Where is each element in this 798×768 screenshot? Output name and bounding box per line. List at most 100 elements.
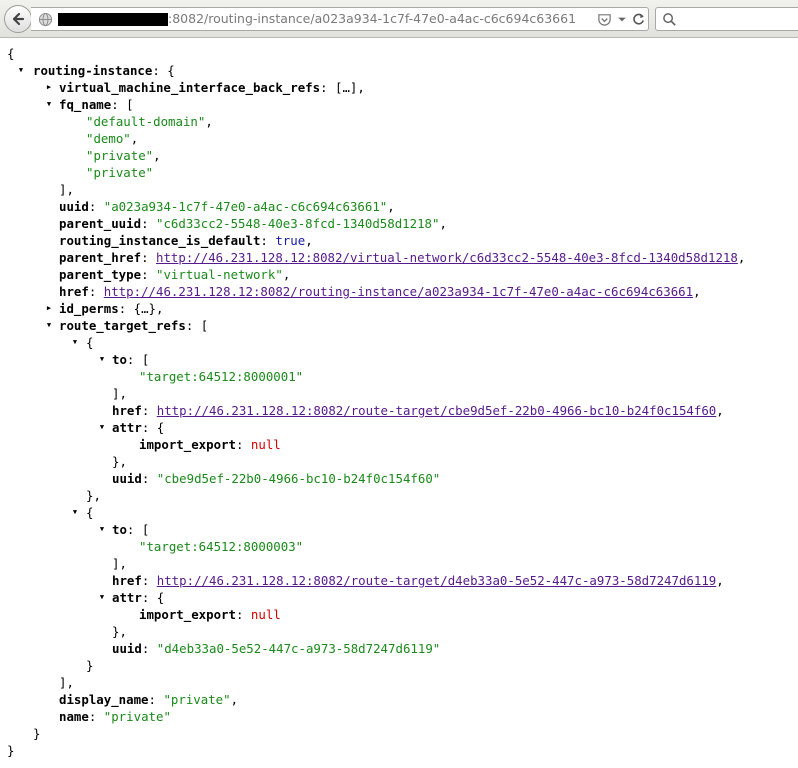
json-line: ▶ virtual_machine_interface_back_refs: […… [45, 79, 365, 96]
json-line: "default-domain", [86, 114, 213, 129]
json-line: parent_type: "virtual-network", [59, 267, 291, 282]
json-line: "target:64512:8000001" [0, 368, 798, 385]
json-line: ▼ to: [ [98, 521, 150, 538]
json-key: parent_type [59, 267, 142, 282]
json-key: to [112, 522, 127, 537]
json-key: route_target_refs [59, 318, 186, 333]
expand-toggle-icon[interactable]: ▼ [98, 589, 106, 606]
string-value: "a023a934-1c7f-47e0-a4ac-c6c694c63661" [103, 199, 388, 214]
expand-toggle-icon[interactable]: ▼ [71, 334, 79, 351]
collapsed-value[interactable]: […] [335, 80, 357, 95]
string-value: "private" [86, 148, 154, 163]
pocket-icon[interactable] [597, 12, 612, 27]
json-key: display_name [59, 692, 149, 707]
string-value: "default-domain" [86, 114, 206, 129]
json-key: routing-instance [33, 63, 153, 78]
json-line: "target:64512:8000003" [0, 538, 798, 555]
json-line: { [7, 46, 15, 61]
json-line: } [86, 658, 94, 673]
expand-toggle-icon[interactable]: ▼ [45, 96, 53, 113]
json-line: ], [59, 182, 74, 197]
back-arrow-icon [12, 12, 25, 26]
reload-icon[interactable] [631, 12, 646, 27]
json-key: import_export [139, 437, 236, 452]
json-key: to [112, 352, 127, 367]
url-bar[interactable]: :8082/routing-instance/a023a934-1c7f-47e… [31, 7, 649, 31]
string-value: "private" [86, 165, 154, 180]
collapsed-value[interactable]: {…} [134, 301, 156, 316]
globe-icon [38, 12, 53, 27]
json-line: parent_uuid: "c6d33cc2-5548-40e3-8fcd-13… [59, 216, 447, 231]
json-line: ▼{ [71, 504, 94, 521]
json-key: name [59, 709, 89, 724]
json-line: ▼ route_target_refs: [ [45, 317, 209, 334]
string-value: "cbe9d5ef-22b0-4966-bc10-b24f0c154f60" [156, 471, 441, 486]
json-line: } [33, 726, 41, 741]
json-key: href [112, 403, 142, 418]
json-line: import_export: null [139, 607, 281, 622]
string-value: "private" [163, 692, 231, 707]
route-target-link[interactable]: http://46.231.128.12:8082/route-target/d… [157, 573, 717, 588]
expand-toggle-icon[interactable]: ▼ [17, 62, 25, 79]
string-value: "d4eb33a0-5e52-447c-a973-58d7247d6119" [156, 641, 441, 656]
string-value: "demo" [86, 131, 131, 146]
json-key: href [59, 284, 89, 299]
json-line: ], [112, 556, 127, 571]
route-target-link[interactable]: http://46.231.128.12:8082/route-target/c… [157, 403, 717, 418]
json-line: uuid: "a023a934-1c7f-47e0-a4ac-c6c694c63… [59, 199, 395, 214]
expand-toggle-icon[interactable]: ▼ [71, 504, 79, 521]
expand-toggle-icon[interactable]: ▼ [98, 351, 106, 368]
json-key: parent_uuid [59, 216, 142, 231]
json-line: display_name: "private", [59, 692, 239, 707]
json-line: href: http://46.231.128.12:8082/route-ta… [112, 573, 724, 588]
json-line: } [7, 743, 15, 758]
string-value: "virtual-network" [155, 267, 283, 282]
json-line: href: http://46.231.128.12:8082/route-ta… [112, 403, 724, 418]
json-line: import_export: null [139, 437, 281, 452]
json-key: uuid [112, 471, 142, 486]
json-key: routing_instance_is_default [59, 233, 261, 248]
json-line: href: http://46.231.128.12:8082/routing-… [59, 284, 701, 299]
href-link[interactable]: http://46.231.128.12:8082/routing-instan… [104, 284, 693, 299]
parent-href-link[interactable]: http://46.231.128.12:8082/virtual-networ… [156, 250, 738, 265]
json-line: ▼ routing-instance: { [17, 62, 175, 79]
json-line: ], [112, 386, 127, 401]
json-key: href [112, 573, 142, 588]
json-line: routing_instance_is_default: true, [59, 233, 313, 248]
json-key: parent_href [59, 250, 142, 265]
json-line: }, [86, 488, 101, 503]
expand-toggle-icon[interactable]: ▼ [98, 521, 106, 538]
string-value: "c6d33cc2-5548-40e3-8fcd-1340d58d1218" [155, 216, 440, 231]
string-value: "private" [103, 709, 171, 724]
json-key: attr [112, 420, 142, 435]
string-value: "target:64512:8000003" [139, 539, 304, 554]
back-button[interactable] [4, 5, 32, 33]
collapse-toggle-icon[interactable]: ▶ [45, 79, 53, 96]
json-line: uuid: "d4eb33a0-5e52-447c-a973-58d7247d6… [112, 641, 441, 656]
null-value: null [250, 607, 281, 622]
json-line: }, [112, 624, 127, 639]
url-text: :8082/routing-instance/a023a934-1c7f-47e… [168, 11, 577, 26]
boolean-value: true [275, 233, 306, 248]
browser-toolbar: :8082/routing-instance/a023a934-1c7f-47e… [0, 0, 798, 38]
string-value: "target:64512:8000001" [139, 369, 304, 384]
expand-toggle-icon[interactable]: ▼ [45, 317, 53, 334]
json-key: virtual_machine_interface_back_refs [59, 80, 321, 95]
json-line: }, [112, 454, 127, 469]
search-icon [663, 13, 676, 26]
json-key: id_perms [59, 301, 119, 316]
json-line: ▼ fq_name: [ [45, 96, 134, 113]
json-line: "private", [86, 148, 161, 163]
json-key: uuid [59, 199, 89, 214]
json-line: "demo", [86, 131, 139, 146]
expand-toggle-icon[interactable]: ▼ [98, 419, 106, 436]
json-line: ▼ to: [ [98, 351, 150, 368]
collapse-toggle-icon[interactable]: ▶ [45, 300, 53, 317]
json-viewer: { ▼ routing-instance: { ▶ virtual_machine_… [0, 38, 798, 759]
chevron-down-icon[interactable] [617, 12, 627, 27]
json-line: ▼ attr: { [98, 589, 165, 606]
json-line: parent_href: http://46.231.128.12:8082/v… [59, 250, 746, 265]
json-line: name: "private" [59, 709, 171, 724]
search-input[interactable] [655, 7, 798, 31]
json-key: fq_name [59, 97, 112, 112]
